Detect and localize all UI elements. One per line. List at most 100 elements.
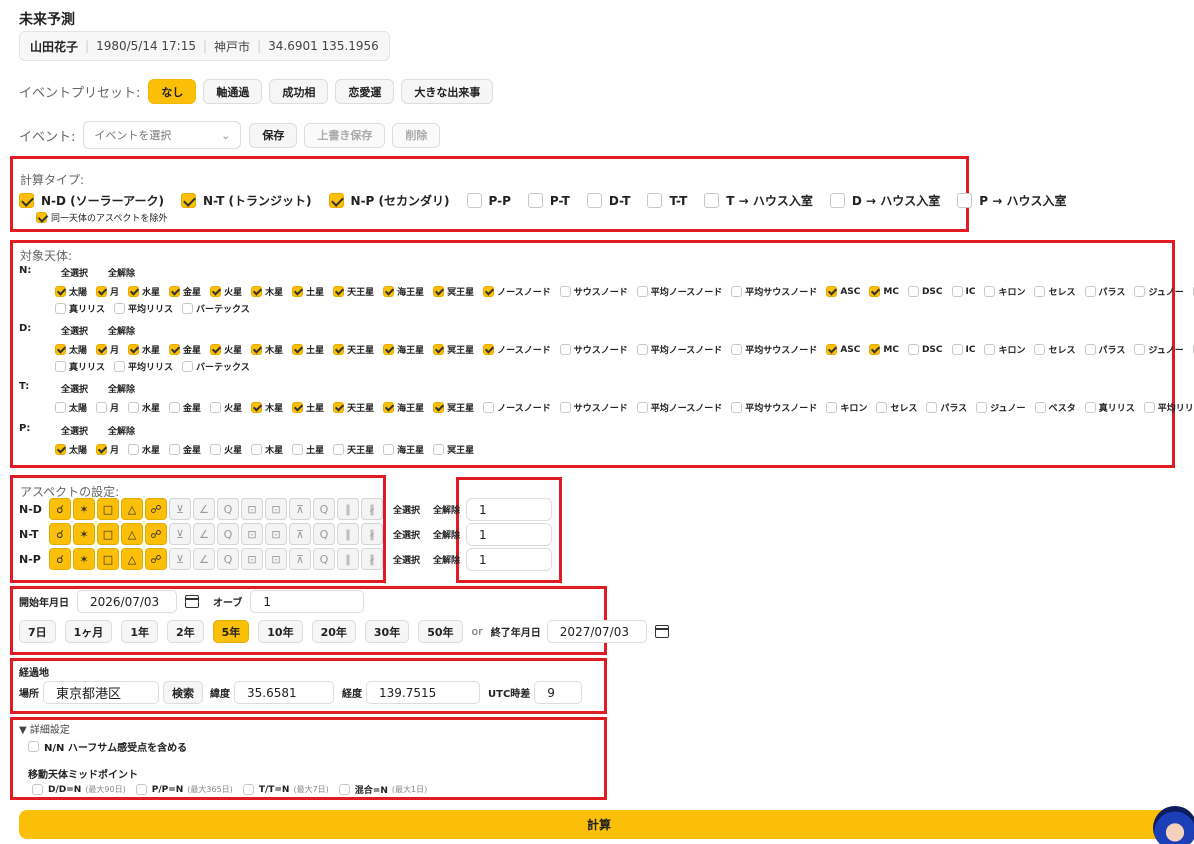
body-option[interactable]: キロン — [984, 285, 1025, 298]
body-checkbox[interactable] — [383, 402, 395, 413]
body-checkbox[interactable] — [383, 444, 395, 455]
body-option[interactable]: 木星 — [251, 343, 283, 356]
body-option[interactable]: サウスノード — [559, 285, 628, 298]
orb-input[interactable]: 1 — [250, 590, 365, 613]
body-checkbox[interactable] — [433, 344, 445, 355]
aspect-toggle[interactable]: ∠ — [193, 548, 215, 570]
body-checkbox[interactable] — [333, 286, 345, 297]
body-checkbox[interactable] — [1084, 344, 1096, 355]
body-option[interactable]: 太陽 — [55, 443, 87, 456]
body-checkbox[interactable] — [333, 402, 345, 413]
aspect-toggle[interactable]: △ — [121, 548, 143, 570]
body-option[interactable]: 平均サウスノード — [731, 285, 817, 298]
body-checkbox[interactable] — [182, 303, 194, 314]
exclude-same-body-checkbox[interactable] — [36, 212, 47, 223]
body-checkbox[interactable] — [128, 286, 140, 297]
aspect-toggle[interactable]: ⊡ — [241, 523, 263, 545]
start-date-input[interactable]: 2026/07/03 — [77, 590, 177, 613]
body-option[interactable]: 真リリス — [55, 302, 105, 315]
body-checkbox[interactable] — [383, 344, 395, 355]
span-button[interactable]: 7日 — [19, 620, 56, 643]
body-option[interactable]: 木星 — [251, 401, 283, 414]
midpoint-option[interactable]: 混合=N (最大1日) — [338, 783, 427, 796]
body-option[interactable]: 平均サウスノード — [731, 401, 817, 414]
body-option[interactable]: 金星 — [169, 401, 201, 414]
aspect-toggle[interactable]: ⊼ — [289, 523, 311, 545]
halfsum-option[interactable]: N/N ハーフサム感受点を含める — [28, 739, 187, 754]
body-checkbox[interactable] — [1134, 286, 1146, 297]
preset-button[interactable]: 大きな出来事 — [401, 79, 494, 104]
body-checkbox[interactable] — [114, 303, 126, 314]
body-checkbox[interactable] — [1034, 344, 1046, 355]
aspect-clear-all[interactable]: 全解除 — [433, 528, 460, 541]
body-option[interactable]: MC — [869, 286, 899, 297]
body-checkbox[interactable] — [1143, 402, 1155, 413]
aspect-toggle[interactable]: ✶ — [73, 548, 95, 570]
span-button[interactable]: 5年 — [212, 620, 250, 643]
midpoint-checkbox[interactable] — [32, 784, 43, 795]
exclude-same-body[interactable]: 同一天体のアスペクトを除外 — [36, 211, 167, 224]
clear-all-link[interactable]: 全解除 — [108, 424, 135, 437]
body-option[interactable]: DSC — [907, 286, 943, 297]
span-button[interactable]: 50年 — [418, 620, 463, 643]
body-checkbox[interactable] — [169, 344, 181, 355]
midpoint-checkbox[interactable] — [242, 784, 254, 795]
aspect-toggle[interactable]: □ — [97, 548, 119, 570]
aspect-toggle[interactable]: ∦ — [361, 548, 383, 570]
lon-input[interactable]: 139.7515 — [366, 681, 480, 704]
clear-all-link[interactable]: 全解除 — [108, 382, 135, 395]
body-checkbox[interactable] — [1084, 402, 1096, 413]
aspect-toggle[interactable]: ⊡ — [265, 523, 287, 545]
body-checkbox[interactable] — [55, 444, 66, 455]
select-all-link[interactable]: 全選択 — [61, 324, 88, 337]
calc-type-checkbox[interactable] — [704, 193, 720, 208]
body-option[interactable]: 月 — [96, 285, 119, 298]
body-checkbox[interactable] — [731, 286, 743, 297]
aspect-toggle[interactable]: ∥ — [337, 548, 359, 570]
body-option[interactable]: 水星 — [128, 285, 160, 298]
body-option[interactable]: 平均リリス — [1143, 401, 1194, 414]
body-option[interactable]: 土星 — [292, 401, 324, 414]
overwrite-button[interactable]: 上書き保存 — [304, 122, 386, 148]
body-option[interactable]: 平均ノースノード — [636, 343, 722, 356]
body-checkbox[interactable] — [636, 402, 648, 413]
aspect-toggle[interactable]: △ — [121, 523, 143, 545]
body-checkbox[interactable] — [55, 361, 66, 372]
body-checkbox[interactable] — [210, 402, 222, 413]
aspect-toggle[interactable]: ⊻ — [169, 548, 191, 570]
calc-type-option[interactable]: P → ハウス入室 — [957, 192, 1066, 209]
body-option[interactable]: 天王星 — [333, 401, 374, 414]
body-checkbox[interactable] — [169, 402, 181, 413]
body-option[interactable]: 水星 — [128, 343, 160, 356]
aspect-toggle[interactable]: □ — [97, 523, 119, 545]
body-checkbox[interactable] — [128, 344, 140, 355]
span-button[interactable]: 2年 — [166, 620, 204, 643]
body-option[interactable]: パラス — [1084, 285, 1125, 298]
body-checkbox[interactable] — [483, 402, 495, 413]
body-option[interactable]: 冥王星 — [433, 343, 474, 356]
body-checkbox[interactable] — [559, 344, 571, 355]
aspect-toggle[interactable]: Q — [217, 498, 239, 520]
body-checkbox[interactable] — [984, 286, 996, 297]
body-checkbox[interactable] — [1084, 286, 1096, 297]
body-option[interactable]: 天王星 — [333, 443, 374, 456]
span-button[interactable]: 20年 — [311, 620, 356, 643]
body-option[interactable]: MC — [869, 344, 899, 355]
aspect-toggle[interactable]: ⊻ — [169, 523, 191, 545]
calc-type-checkbox[interactable] — [527, 193, 543, 208]
midpoint-checkbox[interactable] — [338, 784, 350, 795]
body-checkbox[interactable] — [1134, 344, 1146, 355]
body-option[interactable]: 土星 — [292, 285, 324, 298]
body-checkbox[interactable] — [1034, 286, 1046, 297]
clear-all-link[interactable]: 全解除 — [108, 266, 135, 279]
body-option[interactable]: パラス — [926, 401, 967, 414]
body-checkbox[interactable] — [433, 402, 445, 413]
body-checkbox[interactable] — [128, 402, 140, 413]
body-checkbox[interactable] — [731, 402, 743, 413]
aspect-toggle[interactable]: Q — [313, 523, 335, 545]
aspect-toggle[interactable]: ☌ — [49, 523, 71, 545]
aspect-toggle[interactable]: ⊡ — [265, 548, 287, 570]
calc-type-checkbox[interactable] — [586, 193, 602, 208]
body-checkbox[interactable] — [433, 286, 445, 297]
body-option[interactable]: 金星 — [169, 343, 201, 356]
